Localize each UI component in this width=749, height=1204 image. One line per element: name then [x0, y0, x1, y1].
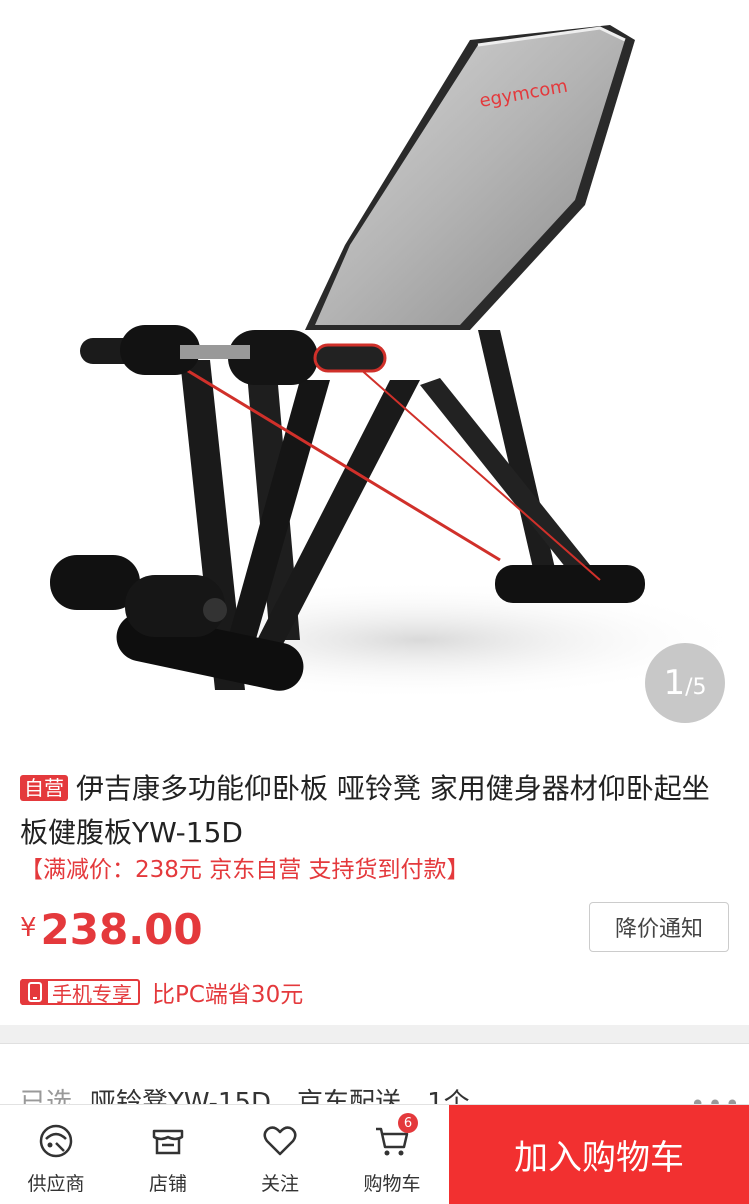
selected-delivery: 京东配送 [297, 1088, 402, 1104]
product-info-section: 自营 伊吉康多功能仰卧板 哑铃凳 家用健身器材仰卧起坐板健腹板YW-15D 【满减… [0, 745, 749, 1025]
supplier-icon [36, 1121, 76, 1161]
cart-count-badge: 6 [398, 1113, 418, 1133]
cart-button[interactable]: 6 购物车 [336, 1105, 448, 1204]
mobile-exclusive: 手机专享 比PC端省30元 [20, 975, 303, 1009]
selected-spec-row[interactable]: 已选 哑铃凳YW-15D 京东配送 1个 ••• [0, 1044, 749, 1104]
cart-icon: 6 [372, 1113, 418, 1161]
current-image-index: 1 [663, 663, 686, 703]
follow-button[interactable]: 关注 [224, 1105, 336, 1204]
mobile-saving-text: 比PC端省30元 [152, 982, 304, 1008]
counter-separator: / [685, 674, 693, 700]
heart-icon [260, 1121, 300, 1161]
bench-illustration: egymcom [50, 25, 749, 700]
promo-text: 【满减价：238元 京东自营 支持货到付款】 [20, 857, 470, 883]
mobile-exclusive-label: 手机专享 [52, 981, 132, 1006]
total-image-count: 5 [692, 674, 707, 700]
shop-label: 店铺 [148, 1173, 187, 1195]
product-title: 伊吉康多功能仰卧板 哑铃凳 家用健身器材仰卧起坐板健腹板YW-15D [20, 772, 710, 849]
more-options-icon[interactable]: ••• [690, 1090, 742, 1104]
currency-symbol: ¥ [20, 913, 37, 943]
add-to-cart-button[interactable]: 加入购物车 [449, 1105, 749, 1204]
price: ¥238.00 [20, 905, 203, 954]
mobile-exclusive-tag: 手机专享 [20, 979, 140, 1006]
price-amount: 238.00 [40, 905, 203, 954]
bottom-action-bar: 供应商 店铺 关注 6 购物车 加入购物车 [0, 1104, 749, 1204]
selected-model: 哑铃凳YW-15D [90, 1088, 272, 1104]
self-operated-badge: 自营 [20, 775, 68, 801]
supplier-button[interactable]: 供应商 [0, 1105, 112, 1204]
phone-icon [22, 979, 48, 1005]
supplier-label: 供应商 [27, 1173, 85, 1195]
price-drop-notify-button[interactable]: 降价通知 [589, 902, 729, 952]
section-divider [0, 1025, 749, 1044]
cart-label: 购物车 [363, 1173, 421, 1195]
follow-label: 关注 [260, 1173, 299, 1195]
shop-icon [148, 1121, 188, 1161]
image-page-counter: 1 / 5 [645, 643, 725, 723]
product-image-gallery[interactable]: egymcom 1 / 5 [0, 0, 749, 745]
selected-quantity: 1个 [427, 1088, 470, 1104]
selected-prefix: 已选 [20, 1088, 73, 1104]
product-title-block: 自营 伊吉康多功能仰卧板 哑铃凳 家用健身器材仰卧起坐板健腹板YW-15D [20, 767, 730, 855]
shop-button[interactable]: 店铺 [112, 1105, 224, 1204]
selected-spec-text: 已选 哑铃凳YW-15D 京东配送 1个 [20, 1082, 496, 1104]
